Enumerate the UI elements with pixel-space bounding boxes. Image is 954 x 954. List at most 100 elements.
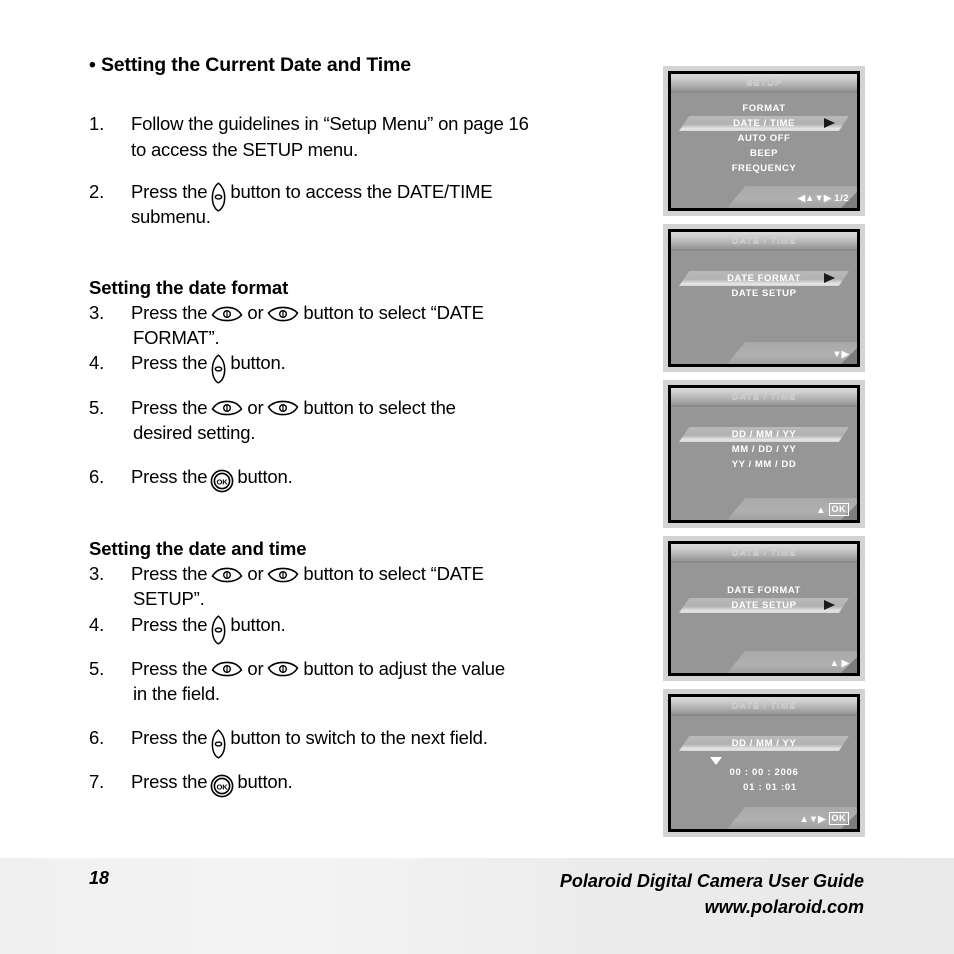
lcd-titlebar: DATE / TIME [671,697,857,716]
format-step-3-number: 3. [89,302,105,324]
lcd-footer: ▲ OK [671,494,857,520]
menu-list: FORMAT DATE / TIME AUTO OFF BEEP FREQUEN… [671,93,857,176]
menu-item[interactable]: MM / DD / YY [671,442,857,457]
datetime-step-3-mid: or [247,563,264,585]
menu-item-selected[interactable]: DD / MM / YY [671,736,857,751]
lcd-body: DD / MM / YY 00 : 00 : 2006 01 : 01 :01 [671,716,857,829]
datetime-step-7-post: button. [237,771,293,793]
footer-key-hints: ◀▲▼▶ 1/2 [798,193,849,204]
lcd-title: DATE / TIME [731,235,797,246]
lcd-body: DATE FORMAT DATE SETUP ▲ ▶ [671,563,857,673]
section-heading-date-format: Setting the date format [89,277,289,299]
lcd-body: DATE FORMAT DATE SETUP ▼▶ [671,251,857,364]
time-field-value[interactable]: 01 : 01 :01 [671,780,857,795]
svg-text:OK: OK [217,783,229,792]
up-nav-button-icon [210,661,244,677]
field-cursor-wrap [704,757,824,765]
step-1-line1: Follow the guidelines in “Setup Menu” on… [131,113,529,135]
datetime-step-6-post: button to switch to the next field. [230,726,488,748]
manual-page: • Setting the Current Date and Time 1. F… [0,0,954,954]
datetime-step-7: 7. Press the OK button. [89,769,645,798]
footer-key-hints: ▲ ▶ [830,658,849,669]
format-step-4-pre: Press the [131,352,208,374]
format-step-4-post: button. [230,352,286,374]
step-1-line2: to access the SETUP menu. [131,138,359,160]
lcd-screen-date-format-options: DATE / TIME DD / MM / YY MM / DD / YY YY… [663,380,865,528]
step-2-pre: Press the [131,180,208,202]
format-step-4-number: 4. [89,352,105,374]
lcd-titlebar: DATE / TIME [671,544,857,563]
datetime-step-4-number: 4. [89,613,105,635]
date-time-fields: 00 : 00 : 2006 01 : 01 :01 [671,751,857,795]
right-nav-button-icon [210,354,227,384]
datetime-step-7-number: 7. [89,771,105,793]
datetime-step-6-number: 6. [89,726,105,748]
menu-item[interactable]: FORMAT [671,101,857,116]
step-2-line2: submenu. [131,205,211,227]
lcd-screen-date-setup-values: DATE / TIME DD / MM / YY 00 : 00: 2006 … [663,689,865,837]
format-step-5-post: button to select the [303,396,456,418]
datetime-step-5-line2: in the field. [133,682,220,704]
lcd-body: FORMAT DATE / TIME AUTO OFF BEEP FREQUEN… [671,93,857,208]
ok-button-icon: OK [210,469,234,493]
footer-website: www.polaroid.com [704,897,864,918]
up-nav-button-icon [210,400,244,416]
format-step-3-post: button to select “DATE [303,302,484,324]
datetime-step-5-number: 5. [89,657,105,679]
format-step-3: 3. Press the or button to select “DATE F… [89,300,645,350]
menu-item-selected[interactable]: DD / MM / YY [671,427,857,442]
menu-item[interactable]: BEEP [671,146,857,161]
up-nav-button-icon [210,306,244,322]
datetime-step-4: 4. Press the button. [89,612,645,645]
format-step-3-line2: FORMAT”. [133,327,220,349]
lcd-titlebar: DATE / TIME [671,388,857,407]
footer-arrows: ▲ ▶ [829,658,849,669]
datetime-step-5-mid: or [247,657,264,679]
datetime-step-7-pre: Press the [131,771,208,793]
down-nav-button-icon [266,567,300,583]
page-title: • Setting the Current Date and Time [89,54,411,76]
menu-item[interactable]: YY / MM / DD [671,457,857,472]
footer-ok-badge: OK [828,812,849,825]
lcd-titlebar: DATE / TIME [671,232,857,251]
menu-item[interactable]: DATE SETUP [671,286,857,301]
format-step-4: 4. Press the button. [89,350,645,384]
menu-list: DATE FORMAT DATE SETUP [671,563,857,613]
menu-item[interactable]: AUTO OFF [671,131,857,146]
footer-arrows: ▼▶ [832,349,849,360]
format-step-5-pre: Press the [131,396,208,418]
lcd-footer: ◀▲▼▶ 1/2 [671,182,857,208]
format-step-6-post: button. [237,465,293,487]
datetime-step-4-pre: Press the [131,613,208,635]
lcd-frame: DATE / TIME DATE FORMAT DATE SETUP [668,541,860,676]
lcd-title: SETUP [746,77,782,88]
format-step-6-pre: Press the [131,465,208,487]
lcd-frame: DATE / TIME DATE FORMAT DATE SETUP [668,229,860,367]
datetime-step-3-pre: Press the [131,563,208,585]
footer-key-hints: ▲▼▶ OK [799,812,849,825]
lcd-frame: DATE / TIME DD / MM / YY MM / DD / YY YY… [668,385,860,523]
footer-ok-badge: OK [828,503,849,516]
format-step-5: 5. Press the or button to select the des… [89,395,645,445]
footer-key-hints: ▲ OK [816,503,849,516]
format-step-3-mid: or [247,302,264,324]
page-number: 18 [89,868,110,888]
format-step-6-number: 6. [89,465,105,487]
lcd-footer: ▼▶ [671,338,857,364]
lcd-screenshot-column: SETUP FORMAT DATE / TIME AUTO OFF BEEP F… [663,66,865,845]
format-step-5-line2: desired setting. [133,421,256,443]
step-2: 2. Press the button to access the DATE/T… [89,179,645,229]
footer-key-hints: ▼▶ [832,349,849,360]
format-step-6: 6. Press the OK button. [89,464,645,493]
lcd-title: DATE / TIME [731,391,797,402]
lcd-title: DATE / TIME [731,700,797,711]
date-field-value[interactable]: 00 : 00 : 2006 [671,765,857,780]
instructions-column: • Setting the Current Date and Time 1. F… [89,54,645,798]
down-nav-button-icon [266,400,300,416]
menu-item[interactable]: DATE FORMAT [671,583,857,598]
selection-arrow-icon [824,600,835,610]
menu-list: DATE FORMAT DATE SETUP [671,251,857,301]
field-cursor-icon [710,757,722,765]
lcd-footer: ▲▼▶ OK [671,803,857,829]
menu-item[interactable]: FREQUENCY [671,161,857,176]
